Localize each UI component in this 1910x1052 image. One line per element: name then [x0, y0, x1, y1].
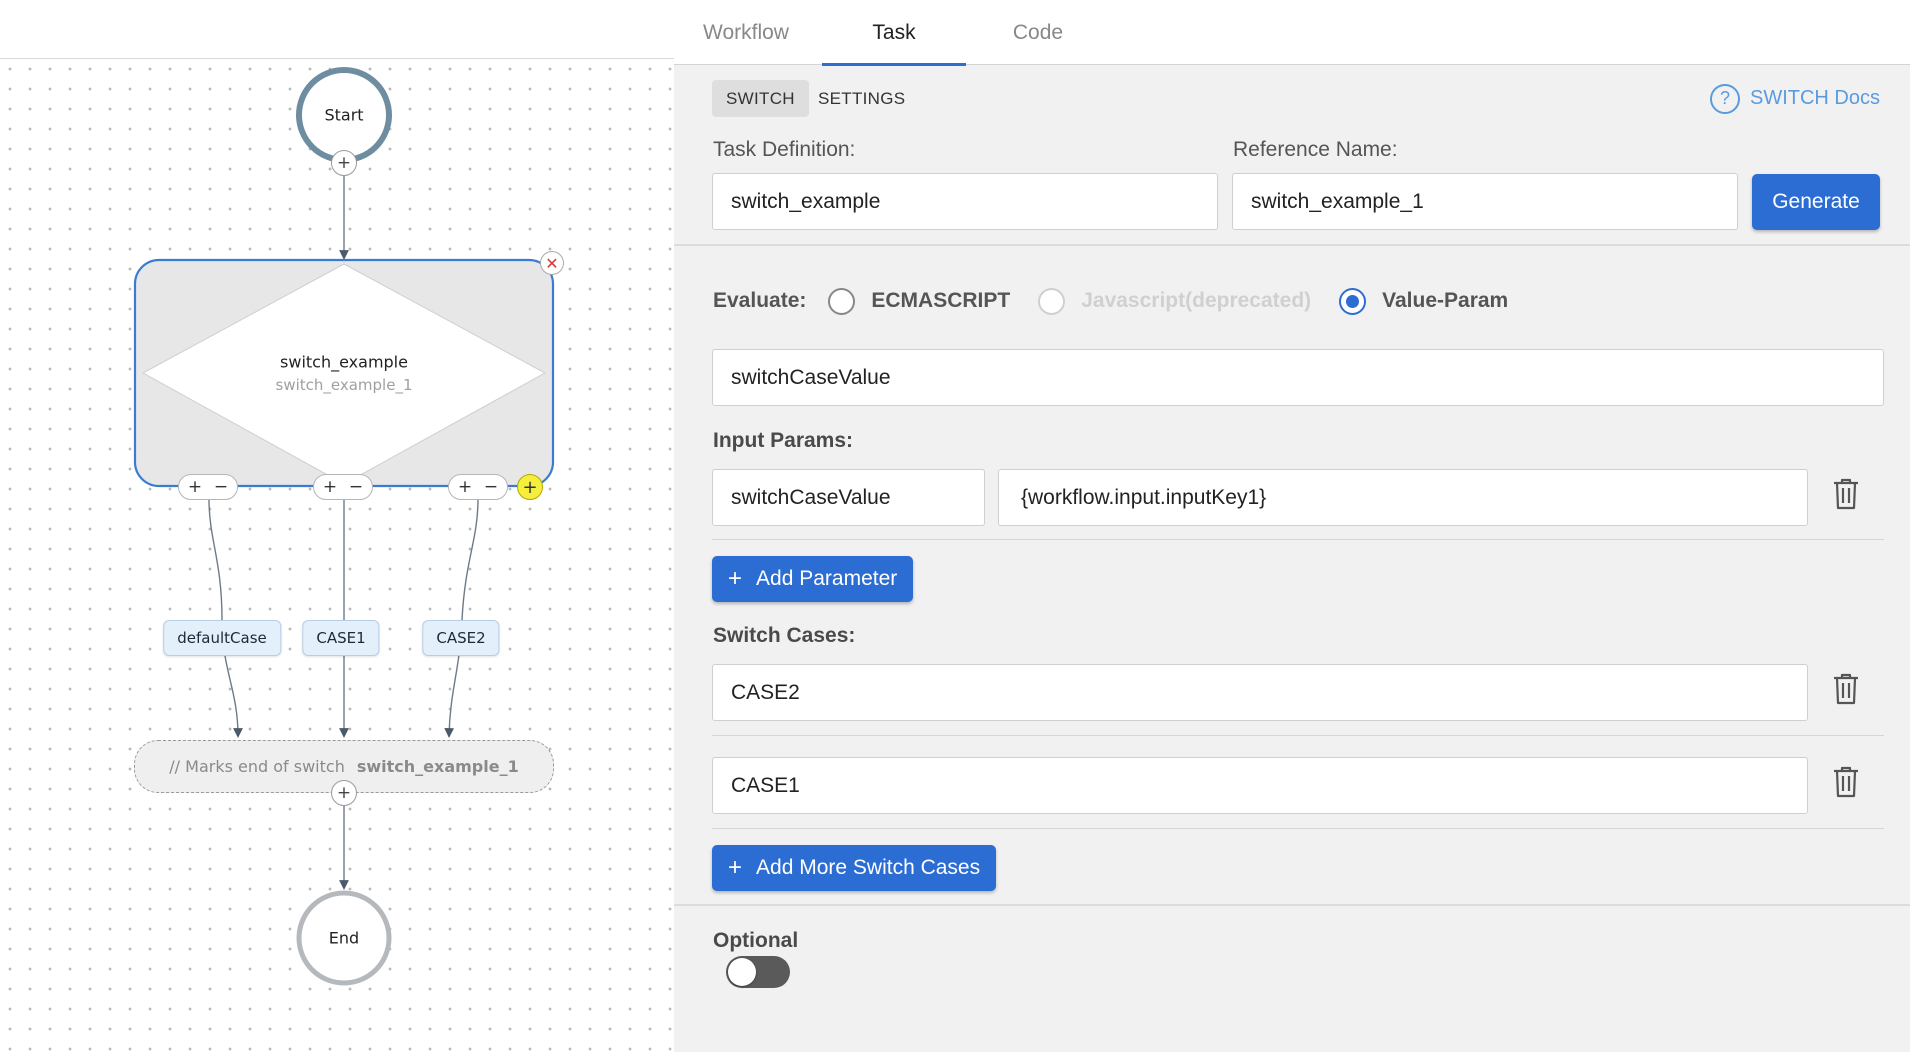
subtab-settings[interactable]: SETTINGS [804, 80, 919, 117]
input-param-key[interactable]: switchCaseValue [712, 469, 985, 526]
radio-icon [1038, 287, 1066, 315]
switch-case-input[interactable]: CASE1 [712, 757, 1808, 814]
radio-ecmascript[interactable]: ECMASCRIPT [828, 287, 1011, 315]
radio-label: Value-Param [1382, 289, 1509, 312]
toggle-knob [728, 958, 756, 986]
case-label-case1[interactable]: CASE1 [302, 620, 380, 656]
add-switch-case-icon[interactable]: + [517, 474, 543, 500]
tab-task[interactable]: Task [822, 0, 966, 66]
switch-task-name: switch_example [280, 352, 408, 372]
input-params-label: Input Params: [713, 429, 854, 452]
panel-tabs: Workflow Task Code [674, 0, 1910, 66]
add-case-icon[interactable]: + [453, 477, 477, 497]
add-case-icon[interactable]: + [318, 477, 342, 497]
case-label-case2[interactable]: CASE2 [422, 620, 500, 656]
switch-docs-link[interactable]: ? SWITCH Docs [1710, 80, 1880, 117]
evaluator-radio-group: Evaluate: ECMASCRIPT Javascript(deprecat… [713, 283, 1536, 319]
add-switch-cases-button[interactable]: + Add More Switch Cases [712, 845, 997, 891]
edge-default-case [208, 498, 243, 738]
remove-case-icon[interactable]: − [479, 477, 503, 497]
generate-button[interactable]: Generate [1752, 174, 1880, 230]
plus-icon: + [728, 854, 743, 881]
optional-label: Optional [713, 929, 799, 952]
switch-docs-label: SWITCH Docs [1750, 87, 1880, 109]
optional-toggle[interactable] [726, 956, 790, 988]
case-label-default[interactable]: defaultCase [163, 620, 281, 656]
add-cases-label: Add More Switch Cases [756, 856, 981, 879]
task-definition-input[interactable]: switch_example [712, 173, 1218, 230]
section-divider [674, 904, 1910, 906]
case-row-divider [712, 735, 1884, 736]
task-definition-label: Task Definition: [713, 138, 856, 161]
subtab-switch[interactable]: SWITCH [712, 80, 809, 117]
remove-case-icon[interactable]: − [344, 477, 368, 497]
expression-input[interactable]: switchCaseValue [712, 349, 1884, 406]
remove-case-icon[interactable]: − [209, 477, 233, 497]
radio-icon [828, 287, 856, 315]
delete-switch-icon[interactable]: ✕ [540, 251, 564, 275]
tab-workflow[interactable]: Workflow [674, 0, 818, 65]
radio-value-param[interactable]: Value-Param [1339, 287, 1509, 315]
radio-label: ECMASCRIPT [871, 289, 1011, 312]
add-after-switch-button[interactable]: + [331, 780, 357, 806]
reference-name-input[interactable]: switch_example_1 [1232, 173, 1738, 230]
start-node-label: Start [324, 105, 364, 125]
delete-case-icon[interactable] [1831, 672, 1861, 706]
evaluate-label: Evaluate: [713, 289, 807, 312]
plus-icon: + [728, 565, 743, 592]
case-controls-case2: + − [448, 474, 508, 500]
edge-case2 [444, 498, 479, 738]
add-after-start-button[interactable]: + [331, 150, 357, 176]
help-icon: ? [1710, 83, 1740, 114]
radio-label: Javascript(deprecated) [1081, 289, 1312, 312]
switch-cases-label: Switch Cases: [713, 624, 856, 647]
switch-ref-name: switch_example_1 [275, 376, 413, 394]
reference-name-label: Reference Name: [1233, 138, 1398, 161]
section-divider [674, 244, 1910, 246]
end-marker-prefix: // Marks end of switch [169, 757, 345, 776]
case-controls-case1: + − [313, 474, 373, 500]
task-panel: Workflow Task Code SWITCH SETTINGS ? SWI… [674, 0, 1910, 1052]
param-row-divider [712, 539, 1884, 540]
delete-param-icon[interactable] [1831, 477, 1861, 511]
radio-javascript-deprecated: Javascript(deprecated) [1038, 287, 1312, 315]
add-parameter-button[interactable]: + Add Parameter [712, 556, 914, 602]
tab-code[interactable]: Code [966, 0, 1110, 65]
case-row-divider [712, 828, 1884, 829]
switch-case-input[interactable]: CASE2 [712, 664, 1808, 721]
end-node-label: End [328, 928, 360, 948]
add-case-icon[interactable]: + [183, 477, 207, 497]
workflow-canvas-area: Start + ✕ switch_example switch_example_… [0, 0, 674, 1052]
case-controls-default: + − [178, 474, 238, 500]
add-parameter-label: Add Parameter [756, 567, 898, 590]
radio-checked-icon [1339, 287, 1367, 315]
end-marker-ref: switch_example_1 [356, 757, 519, 776]
delete-case-icon[interactable] [1831, 765, 1861, 799]
input-param-value[interactable]: {workflow.input.inputKey1} [998, 469, 1808, 526]
